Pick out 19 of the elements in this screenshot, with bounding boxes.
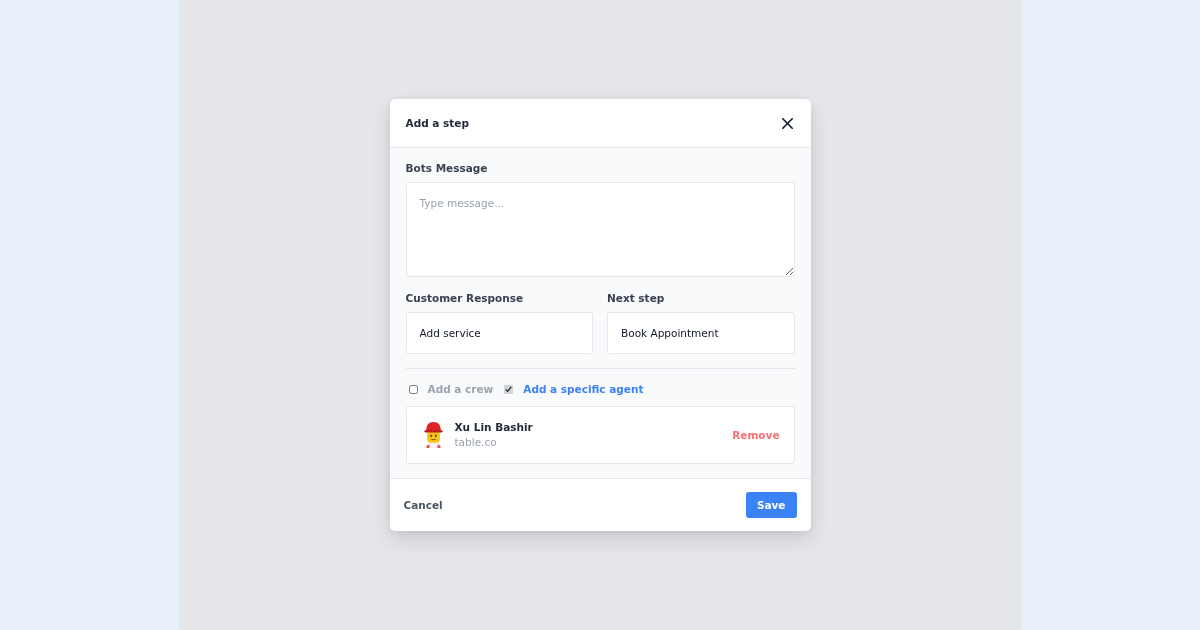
agent-name: Xu Lin Bashir [454,421,533,434]
checkbox-label[interactable]: Add a crew [427,383,494,396]
field-label: Next step [607,292,665,305]
remove-link[interactable]: Remove [732,428,780,442]
field-label: Bots Message [405,162,488,175]
checkbox[interactable] [504,385,514,394]
hard-hat-worker-icon [422,422,444,448]
text-input[interactable]: Book Appointment [607,312,795,354]
dialog-title: Add a step [405,117,469,129]
agent-company: table.co [454,436,497,449]
save-button[interactable]: Save [745,492,797,518]
checkbox-label[interactable]: Add a specific agent [523,383,644,396]
checkbox[interactable] [408,385,418,394]
text-input[interactable]: Add service [405,312,593,354]
field-label: Customer Response [405,292,524,305]
close-button[interactable] [781,117,793,129]
message-textarea[interactable]: Type message... [405,182,795,277]
cancel-button[interactable]: Cancel [403,498,443,512]
close-icon [781,117,793,129]
